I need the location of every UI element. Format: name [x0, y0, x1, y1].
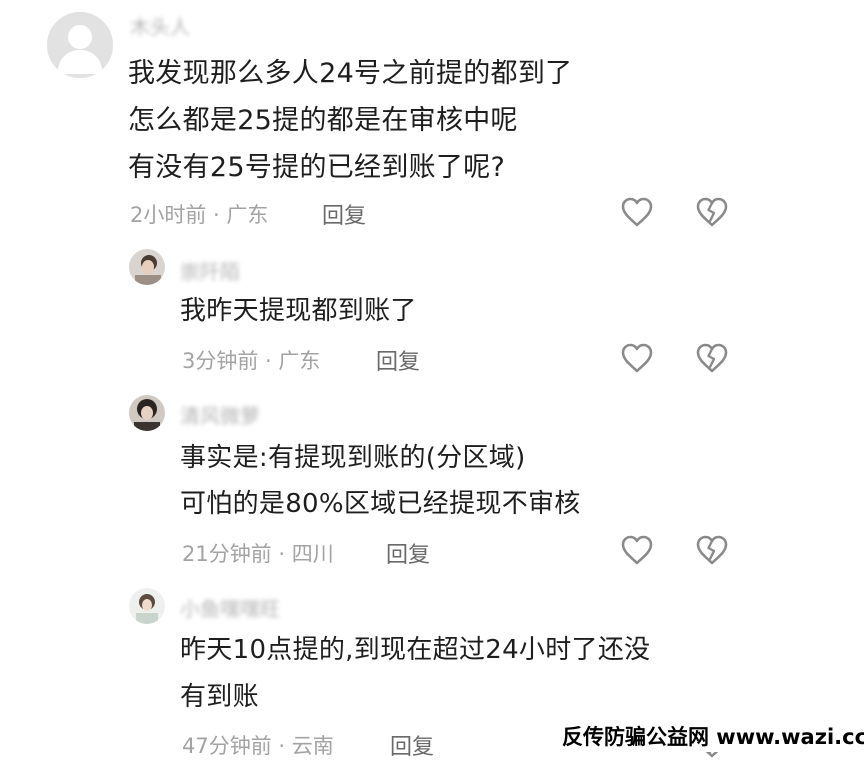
- heart-outline-icon: [621, 535, 653, 565]
- reply-button[interactable]: 回复: [386, 537, 430, 569]
- username[interactable]: 小鱼嘿嘿旺: [180, 593, 280, 622]
- user-photo-icon: [129, 395, 165, 431]
- reply-button[interactable]: 回复: [322, 198, 366, 230]
- reply-button[interactable]: 回复: [376, 344, 420, 376]
- comment-meta: 21分钟前 · 四川: [182, 542, 334, 566]
- username[interactable]: 木头人: [130, 11, 190, 40]
- user-photo-icon: [129, 588, 165, 624]
- comment-text-line: 事实是:有提现到账的(分区域): [180, 443, 526, 473]
- username[interactable]: 崇阡陌: [180, 256, 240, 285]
- comment-meta: 3分钟前 · 广东: [182, 349, 321, 373]
- broken-heart-icon: [696, 343, 728, 373]
- comment-text-line: 我昨天提现都到账了: [180, 296, 417, 326]
- username[interactable]: 清风微萝: [180, 400, 260, 429]
- watermark-text: 反传防骗公益网 www.wazi.cc: [560, 722, 864, 752]
- comment-text-line: 怎么都是25提的都是在审核中呢: [128, 105, 518, 136]
- avatar[interactable]: [129, 395, 165, 431]
- comment-meta: 47分钟前 · 云南: [182, 734, 334, 758]
- dislike-button[interactable]: [695, 534, 729, 566]
- comment-text-line: 有到账: [180, 682, 259, 712]
- comment-meta: 2小时前 · 广东: [130, 203, 269, 227]
- user-photo-icon: [129, 249, 165, 285]
- reply-button[interactable]: 回复: [390, 729, 434, 761]
- comment-item: 木头人 我发现那么多人24号之前提的都到了 怎么都是25提的都是在审核中呢 有没…: [0, 0, 864, 230]
- dislike-button[interactable]: [695, 342, 729, 374]
- comment-text-line: 我发现那么多人24号之前提的都到了: [128, 58, 573, 89]
- like-button[interactable]: [620, 534, 654, 566]
- heart-outline-icon: [621, 197, 653, 227]
- avatar[interactable]: [47, 12, 113, 78]
- comment-text-line: 可怕的是80%区域已经提现不审核: [180, 489, 581, 519]
- avatar[interactable]: [129, 588, 165, 624]
- avatar[interactable]: [129, 249, 165, 285]
- like-button[interactable]: [620, 196, 654, 228]
- heart-outline-icon: [621, 343, 653, 373]
- default-user-icon: [47, 12, 113, 78]
- comment-text-line: 有没有25号提的已经到账了呢?: [128, 152, 506, 183]
- like-button[interactable]: [620, 342, 654, 374]
- comment-text-line: 昨天10点提的,到现在超过24小时了还没: [180, 635, 651, 665]
- broken-heart-icon: [696, 197, 728, 227]
- comment-thread: 木头人 我发现那么多人24号之前提的都到了 怎么都是25提的都是在审核中呢 有没…: [0, 0, 864, 764]
- dislike-button[interactable]: [695, 196, 729, 228]
- broken-heart-icon: [696, 535, 728, 565]
